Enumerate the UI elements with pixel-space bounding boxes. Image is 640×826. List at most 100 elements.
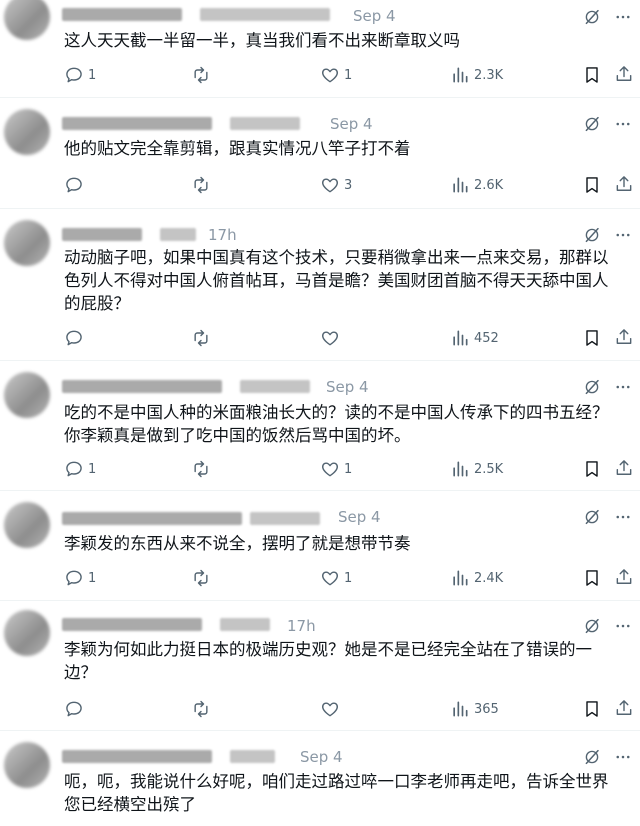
reply-button[interactable]	[64, 697, 88, 721]
views-button[interactable]: 2.5K	[450, 457, 503, 481]
more-dots-icon[interactable]	[612, 378, 634, 396]
post-text: 这人天天截一半留一半，真当我们看不出来断章取义吗	[64, 31, 460, 50]
reply-button[interactable]: 1	[64, 457, 96, 481]
redacted-username	[62, 618, 202, 631]
grok-icon[interactable]	[583, 226, 601, 244]
post-timestamp[interactable]: Sep 4	[330, 115, 373, 133]
reply-count: 1	[88, 67, 97, 83]
avatar[interactable]	[4, 502, 50, 548]
like-button[interactable]	[320, 697, 344, 721]
bar-chart-icon	[450, 175, 470, 195]
reply-button[interactable]	[64, 173, 88, 197]
avatar[interactable]	[4, 109, 50, 155]
grok-icon[interactable]	[583, 378, 601, 396]
repost-button[interactable]	[191, 326, 215, 350]
like-button[interactable]	[320, 326, 344, 350]
heart-icon	[320, 65, 340, 85]
share-upload-icon[interactable]	[614, 458, 634, 478]
action-bar: 3 2.6K	[0, 173, 640, 197]
heart-icon	[320, 699, 340, 719]
like-button[interactable]: 1	[320, 566, 352, 590]
bookmark-icon[interactable]	[582, 699, 602, 719]
like-button[interactable]: 1	[320, 63, 352, 87]
avatar[interactable]	[4, 220, 50, 266]
grok-icon[interactable]	[583, 115, 601, 133]
share-upload-icon[interactable]	[614, 64, 634, 84]
avatar[interactable]	[4, 742, 50, 788]
post-timestamp[interactable]: Sep 4	[338, 508, 381, 526]
reply-post[interactable]: 17h 李颖为何如此力挺日本的极端历史观？她是不是已经完全站在了错误的一 边？ …	[0, 600, 640, 731]
grok-icon[interactable]	[583, 8, 601, 26]
share-upload-icon[interactable]	[614, 327, 634, 347]
redacted-username	[62, 228, 142, 241]
bookmark-icon[interactable]	[582, 328, 602, 348]
more-dots-icon[interactable]	[612, 748, 634, 766]
avatar[interactable]	[4, 610, 50, 656]
reply-post[interactable]: Sep 4 他的贴文完全靠剪辑，跟真实情况八竿子打不着 3 2.6K	[0, 97, 640, 209]
share-upload-icon[interactable]	[614, 698, 634, 718]
redacted-handle	[230, 117, 300, 130]
post-timestamp[interactable]: Sep 4	[326, 378, 369, 396]
bookmark-icon[interactable]	[582, 459, 602, 479]
share-upload-icon[interactable]	[614, 174, 634, 194]
repost-button[interactable]	[191, 457, 215, 481]
redacted-handle	[230, 750, 275, 763]
grok-icon[interactable]	[583, 617, 601, 635]
view-count: 2.5K	[474, 461, 504, 477]
repost-arrows-icon	[191, 568, 211, 588]
redacted-username	[62, 117, 212, 130]
repost-arrows-icon	[191, 65, 211, 85]
reply-post[interactable]: Sep 4 这人天天截一半留一半，真当我们看不出来断章取义吗 1 1 2.3K	[0, 0, 640, 98]
reply-post[interactable]: 17h 动动脑子吧，如果中国真有这个技术，只要稍微拿出来一点来交易，那群以 色列…	[0, 208, 640, 361]
views-button[interactable]: 2.4K	[450, 566, 503, 590]
views-button[interactable]: 2.6K	[450, 173, 503, 197]
bookmark-icon[interactable]	[582, 65, 602, 85]
bar-chart-icon	[450, 459, 470, 479]
repost-button[interactable]	[191, 697, 215, 721]
bar-chart-icon	[450, 699, 470, 719]
grok-icon[interactable]	[583, 748, 601, 766]
view-count: 2.3K	[474, 67, 504, 83]
post-timestamp[interactable]: Sep 4	[353, 7, 396, 25]
repost-button[interactable]	[191, 566, 215, 590]
views-button[interactable]: 452	[450, 326, 499, 350]
share-upload-icon[interactable]	[614, 567, 634, 587]
more-dots-icon[interactable]	[612, 226, 634, 244]
avatar[interactable]	[4, 0, 50, 40]
post-text: 他的贴文完全靠剪辑，跟真实情况八竿子打不着	[64, 139, 411, 158]
action-bar: 452	[0, 326, 640, 350]
reply-post[interactable]: Sep 4 吃的不是中国人种的米面粮油长大的？读的不是中国人传承下的四书五经？ …	[0, 360, 640, 491]
repost-button[interactable]	[191, 173, 215, 197]
redacted-handle	[220, 618, 270, 631]
reply-button[interactable]: 1	[64, 566, 96, 590]
more-dots-icon[interactable]	[612, 508, 634, 526]
speech-bubble-icon	[64, 175, 84, 195]
post-timestamp[interactable]: 17h	[208, 226, 237, 244]
bookmark-icon[interactable]	[582, 568, 602, 588]
more-dots-icon[interactable]	[612, 8, 634, 26]
reply-post[interactable]: Sep 4 李颖发的东西从来不说全，摆明了就是想带节奏 1 1 2.4K	[0, 490, 640, 601]
avatar[interactable]	[4, 372, 50, 418]
bookmark-icon[interactable]	[582, 175, 602, 195]
like-button[interactable]: 3	[320, 173, 352, 197]
views-button[interactable]: 2.3K	[450, 63, 503, 87]
reply-button[interactable]	[64, 326, 88, 350]
post-timestamp[interactable]: 17h	[287, 617, 316, 635]
repost-button[interactable]	[191, 63, 215, 87]
more-dots-icon[interactable]	[612, 115, 634, 133]
more-dots-icon[interactable]	[612, 617, 634, 635]
bar-chart-icon	[450, 65, 470, 85]
like-button[interactable]: 1	[320, 457, 352, 481]
redacted-handle	[160, 228, 196, 241]
grok-icon[interactable]	[583, 508, 601, 526]
redacted-username	[62, 750, 212, 763]
speech-bubble-icon	[64, 65, 84, 85]
redacted-username	[62, 8, 182, 21]
views-button[interactable]: 365	[450, 697, 499, 721]
repost-arrows-icon	[191, 699, 211, 719]
reply-post[interactable]: Sep 4 呃，呃，我能说什么好呢，咱们走过路过啐一口李老师再走吧，告诉全世界 …	[0, 730, 640, 826]
speech-bubble-icon	[64, 568, 84, 588]
post-timestamp[interactable]: Sep 4	[300, 748, 343, 766]
reply-button[interactable]: 1	[64, 63, 96, 87]
view-count: 2.6K	[474, 177, 504, 193]
